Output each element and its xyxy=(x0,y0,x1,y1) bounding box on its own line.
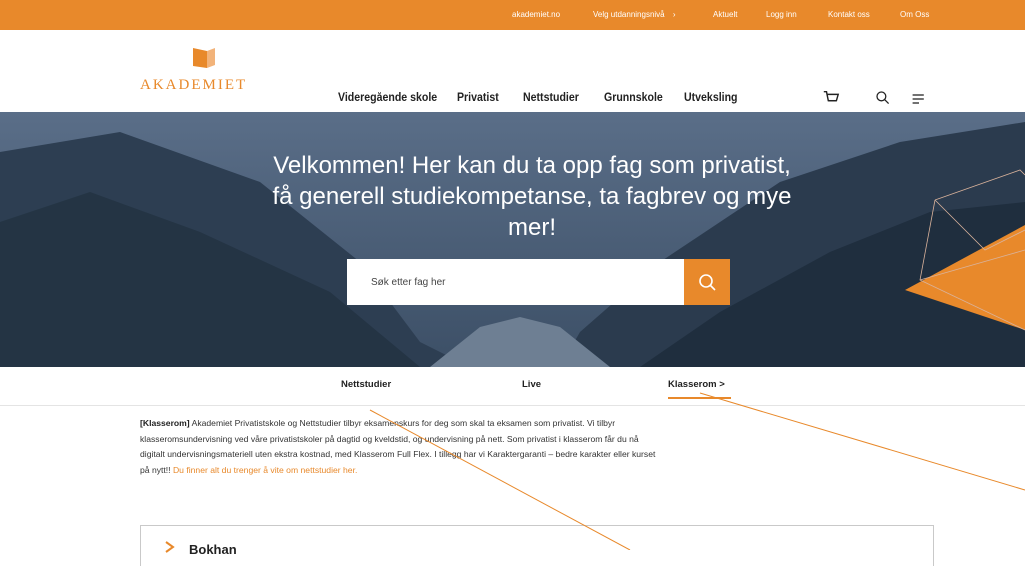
intro-lead-tag: [Klasserom] xyxy=(140,418,190,428)
nav-item-videregaende[interactable]: Videregående skole xyxy=(338,92,437,104)
logo-mark-icon xyxy=(193,48,215,68)
topbar-link-site[interactable]: akademiet.no xyxy=(512,0,560,30)
course-search-input[interactable] xyxy=(347,259,667,305)
nav-item-utveksling[interactable]: Utveksling xyxy=(684,92,738,104)
topbar-link-about[interactable]: Om Oss xyxy=(900,0,929,30)
chevron-right-icon xyxy=(165,541,175,553)
cart-icon[interactable] xyxy=(822,89,840,107)
intro-read-more-link[interactable]: Du finner alt du trenger å vite om netts… xyxy=(171,465,357,475)
topbar-level-select-label: Velg utdanningsnivå xyxy=(593,10,665,19)
tab-klasserom[interactable]: Klasserom > xyxy=(668,379,725,390)
active-tab-indicator xyxy=(668,397,731,399)
topbar-link-news[interactable]: Aktuelt xyxy=(713,0,737,30)
topbar-link-login[interactable]: Logg inn xyxy=(766,0,797,30)
chevron-right-icon: › xyxy=(672,10,676,19)
logo-link[interactable]: AKADEMIET xyxy=(138,44,262,100)
nav-item-grunnskole[interactable]: Grunnskole xyxy=(604,92,663,104)
search-submit-button[interactable] xyxy=(684,259,730,305)
menu-icon[interactable] xyxy=(911,91,927,107)
top-utility-bar: akademiet.no Velg utdanningsnivå › Aktue… xyxy=(0,0,1025,30)
tab-live[interactable]: Live xyxy=(522,379,541,390)
search-icon[interactable] xyxy=(875,90,891,106)
mode-tabs: Nettstudier Live Klasserom > xyxy=(0,367,1025,406)
logo-text: AKADEMIET xyxy=(140,77,248,93)
search-icon xyxy=(699,274,716,291)
topbar-link-contact[interactable]: Kontakt oss xyxy=(828,0,870,30)
tab-nettstudier[interactable]: Nettstudier xyxy=(341,379,391,390)
hero-heading: Velkommen! Her kan du ta opp fag som pri… xyxy=(272,152,792,241)
intro-paragraph: [Klasserom] Akademiet Privatistskole og … xyxy=(140,416,660,478)
nav-item-privatist[interactable]: Privatist xyxy=(457,92,499,104)
nav-item-nettstudier[interactable]: Nettstudier xyxy=(523,92,579,104)
accordion-panel[interactable]: Bokhan xyxy=(140,525,934,566)
hero-search-box xyxy=(347,259,684,305)
topbar-level-select[interactable]: Velg utdanningsnivå › xyxy=(593,0,676,30)
hero-banner: Velkommen! Her kan du ta opp fag som pri… xyxy=(0,112,1025,367)
